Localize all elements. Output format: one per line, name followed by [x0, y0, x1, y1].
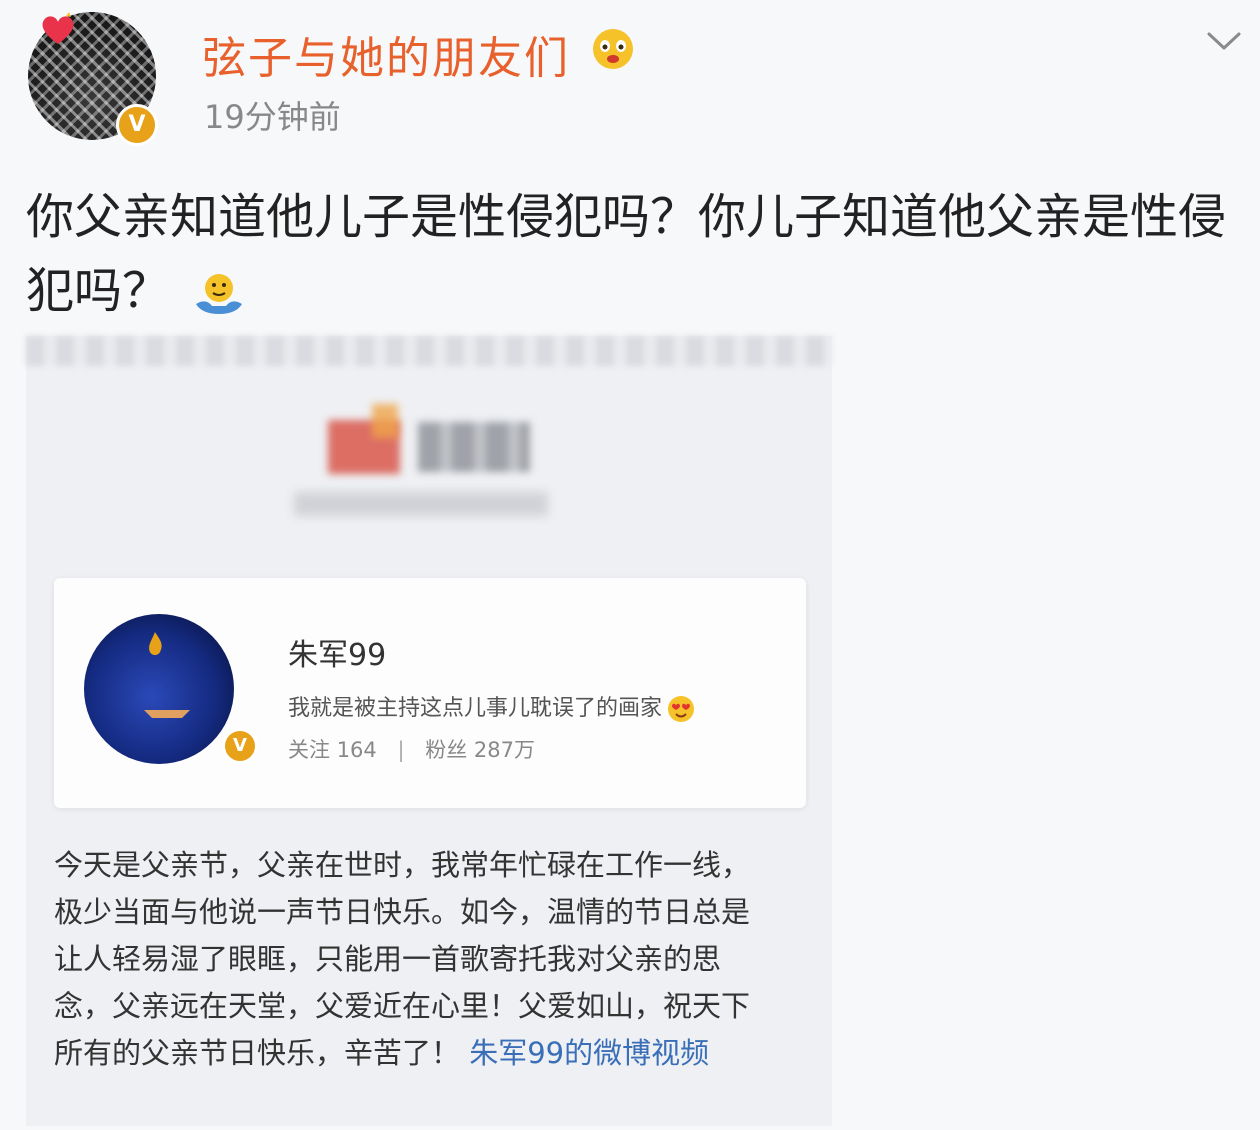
- card-bio-text: 我就是被主持这点儿事儿耽误了的画家: [288, 696, 663, 721]
- card-avatar[interactable]: [84, 614, 234, 764]
- boat-icon: [144, 710, 190, 718]
- following-label: 关注: [288, 738, 330, 762]
- post-caption: 今天是父亲节，父亲在世时，我常年忙碌在工作一线，极少当面与他说一声节日快乐。如今…: [54, 842, 774, 1077]
- card-name[interactable]: 朱军99: [288, 630, 386, 674]
- shrug-emoji-icon: [196, 274, 243, 314]
- blurred-subtitle: [294, 492, 548, 516]
- profile-card[interactable]: V 朱军99 我就是被主持这点儿事儿耽误了的画家 关注 164 | 粉丝 287…: [54, 578, 806, 808]
- heart-icon: [42, 12, 74, 44]
- chevron-down-icon[interactable]: [1206, 30, 1242, 52]
- heart-eyes-emoji-icon: [668, 696, 695, 722]
- card-bio: 我就是被主持这点儿事儿耽误了的画家: [288, 690, 696, 724]
- post-header: V 弦子与她的朋友们 19分钟前: [0, 0, 1260, 160]
- followers-label: 粉丝: [425, 738, 468, 762]
- username[interactable]: 弦子与她的朋友们: [202, 22, 570, 86]
- post-timestamp: 19分钟前: [204, 98, 341, 136]
- verified-badge-icon: V: [222, 728, 258, 764]
- post-text: 你父亲知道他儿子是性侵犯吗？你儿子知道他父亲是性侵犯吗？: [26, 180, 1246, 328]
- stats-divider: |: [397, 738, 405, 762]
- verified-badge-icon: V: [116, 104, 158, 146]
- followers-count[interactable]: 287万: [474, 738, 535, 762]
- blurred-avatar-accent: [372, 404, 398, 438]
- following-count[interactable]: 164: [337, 738, 377, 762]
- blurred-name: [418, 422, 530, 472]
- embedded-screenshot: V 朱军99 我就是被主持这点儿事儿耽误了的画家 关注 164 | 粉丝 287…: [26, 336, 832, 1126]
- crying-emoji-icon: [593, 29, 633, 69]
- flame-icon: [149, 632, 162, 655]
- card-stats: 关注 164 | 粉丝 287万: [288, 734, 535, 764]
- blurred-header: [26, 336, 832, 366]
- video-link[interactable]: 朱军99的微博视频: [469, 1036, 709, 1070]
